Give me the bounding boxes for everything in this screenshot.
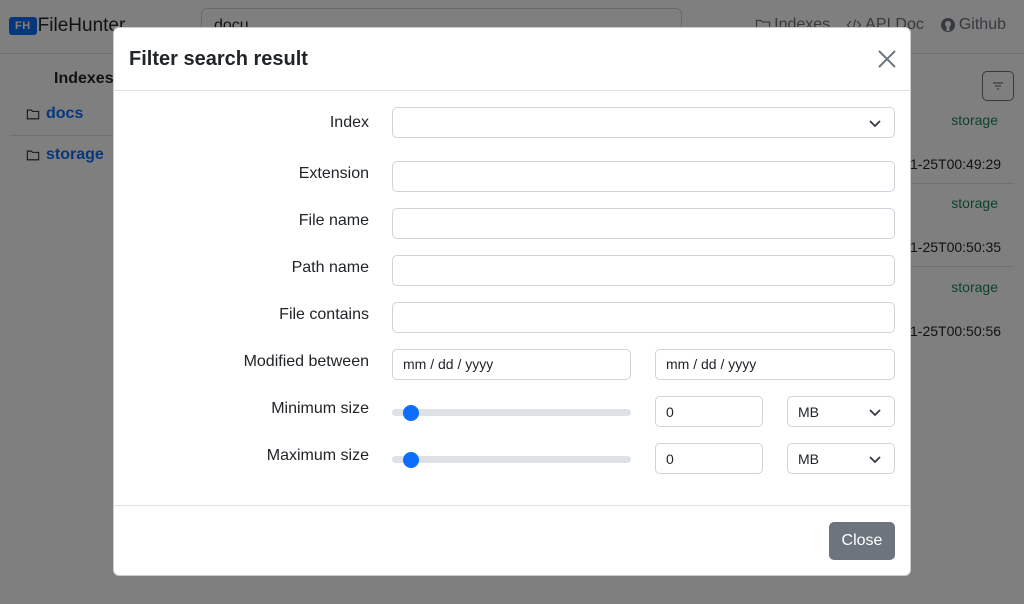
close-button[interactable]: Close: [829, 522, 895, 560]
form-row-max-size: Maximum size MB: [114, 443, 910, 475]
date-placeholder: mm / dd / yyyy: [403, 356, 494, 372]
close-icon: [878, 50, 896, 68]
form-row-extension: Extension: [114, 161, 910, 193]
modified-to-date[interactable]: mm / dd / yyyy: [655, 349, 895, 380]
min-size-slider[interactable]: [392, 396, 631, 428]
index-select[interactable]: [392, 107, 895, 138]
chevron-down-icon: [869, 408, 881, 416]
form-row-index: Index: [114, 107, 910, 139]
min-size-input[interactable]: [655, 396, 763, 427]
file-name-label: File name: [298, 212, 369, 229]
modal-footer: Close: [114, 505, 910, 575]
slider-track: [392, 409, 631, 416]
chevron-down-icon: [869, 119, 881, 127]
max-size-label: Maximum size: [266, 447, 369, 464]
min-size-unit-select[interactable]: MB: [787, 396, 895, 427]
slider-track: [392, 456, 631, 463]
form-row-file-contains: File contains: [114, 302, 910, 334]
modified-label: Modified between: [243, 353, 369, 370]
index-label: Index: [329, 114, 369, 131]
extension-input[interactable]: [392, 161, 895, 192]
unit-value: MB: [798, 450, 819, 467]
modal-title: Filter search result: [129, 48, 308, 70]
max-size-unit-select[interactable]: MB: [787, 443, 895, 474]
date-placeholder: mm / dd / yyyy: [666, 356, 757, 372]
file-name-input[interactable]: [392, 208, 895, 239]
unit-value: MB: [798, 403, 819, 420]
form-row-file-name: File name: [114, 208, 910, 240]
max-size-slider[interactable]: [392, 443, 631, 475]
file-contains-label: File contains: [279, 306, 369, 323]
max-size-input[interactable]: [655, 443, 763, 474]
chevron-down-icon: [869, 455, 881, 463]
path-name-label: Path name: [291, 259, 369, 276]
min-size-label: Minimum size: [271, 400, 369, 417]
close-icon-button[interactable]: [876, 48, 898, 70]
form-row-modified: Modified between mm / dd / yyyy mm / dd …: [114, 349, 910, 381]
filter-modal: Filter search result Index Extension Fil…: [113, 27, 911, 576]
slider-thumb[interactable]: [403, 452, 419, 468]
file-contains-input[interactable]: [392, 302, 895, 333]
modal-header: Filter search result: [114, 28, 910, 91]
slider-thumb[interactable]: [403, 405, 419, 421]
modified-from-date[interactable]: mm / dd / yyyy: [392, 349, 631, 380]
extension-label: Extension: [298, 165, 369, 182]
form-row-min-size: Minimum size MB: [114, 396, 910, 428]
form-row-path-name: Path name: [114, 255, 910, 287]
path-name-input[interactable]: [392, 255, 895, 286]
